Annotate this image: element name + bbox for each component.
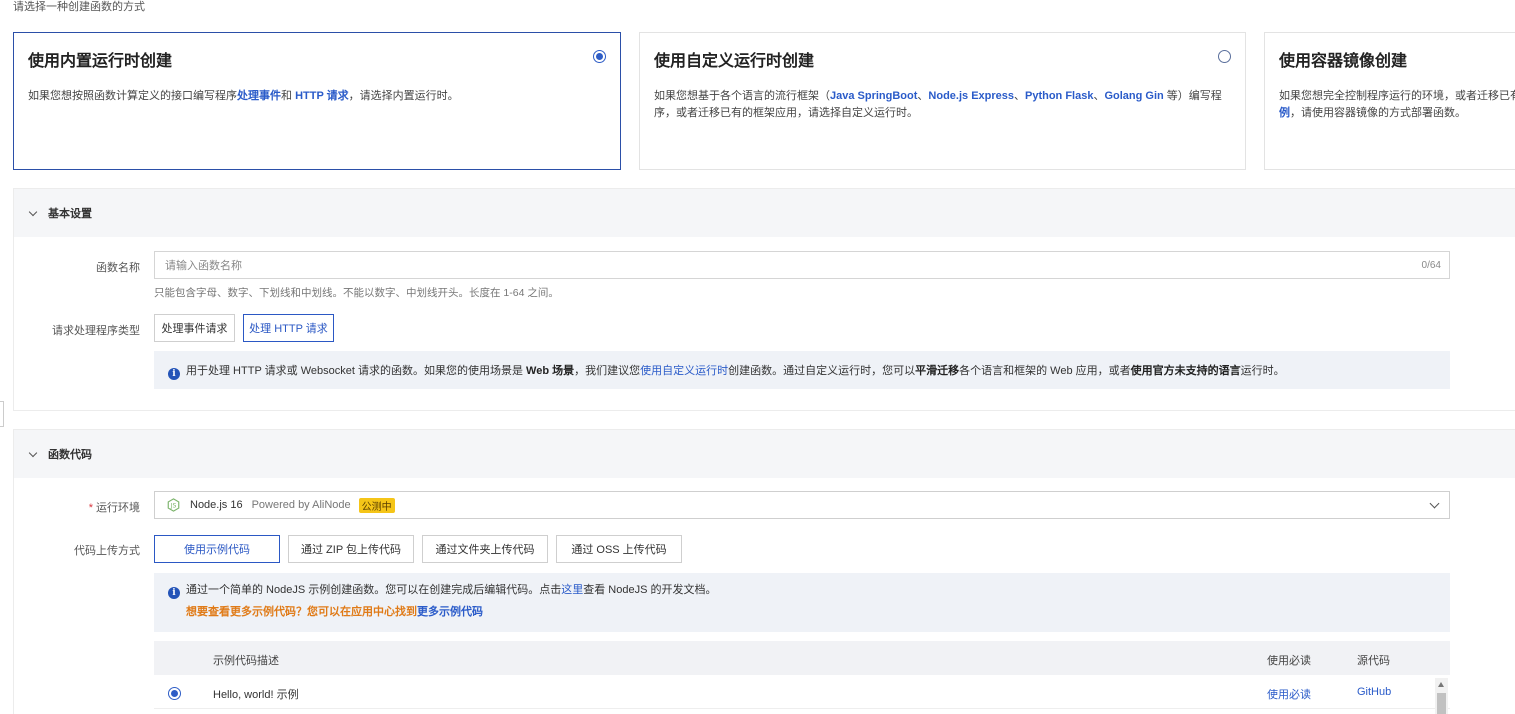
- card-title: 使用容器镜像创建: [1279, 53, 1408, 70]
- link-more-samples[interactable]: 更多示例代码: [417, 606, 483, 618]
- function-name-input[interactable]: 请输入函数名称 0/64: [154, 251, 1450, 279]
- table-scrollbar[interactable]: [1435, 678, 1448, 714]
- row-radio[interactable]: [168, 687, 181, 700]
- basic-settings-header[interactable]: 基本设置: [14, 189, 1515, 237]
- runtime-select[interactable]: JS Node.js 16 Powered by AliNode 公测中: [154, 491, 1450, 519]
- link-use-custom-runtime[interactable]: 使用自定义运行时: [640, 365, 728, 377]
- chevron-down-icon: [28, 448, 38, 457]
- link-nodejs-express[interactable]: Node.js Express: [928, 90, 1014, 102]
- beta-badge: 公测中: [358, 497, 395, 513]
- radio-custom-runtime[interactable]: [1218, 50, 1231, 63]
- upload-method-label: 代码上传方式: [74, 545, 140, 557]
- code-notice: i 通过一个简单的 NodeJS 示例创建函数。您可以在创建完成后编辑代码。点击这…: [154, 573, 1450, 632]
- upload-folder-button[interactable]: 通过文件夹上传代码: [422, 535, 548, 563]
- chevron-down-icon: [1429, 498, 1440, 509]
- card-title: 使用自定义运行时创建: [654, 53, 815, 70]
- card-builtin-runtime[interactable]: 使用内置运行时创建 如果您想按照函数计算定义的接口编写程序处理事件和 HTTP …: [13, 32, 621, 170]
- card-description: 如果您想按照函数计算定义的接口编写程序处理事件和 HTTP 请求，请选择内置运行…: [28, 90, 459, 102]
- link-http-request[interactable]: HTTP 请求: [295, 90, 349, 102]
- upload-oss-button[interactable]: 通过 OSS 上传代码: [556, 535, 682, 563]
- section-title: 基本设置: [48, 208, 92, 220]
- function-code-header[interactable]: 函数代码: [14, 430, 1515, 478]
- handler-http-button[interactable]: 处理 HTTP 请求: [243, 314, 334, 342]
- runtime-powered: Powered by AliNode: [251, 499, 351, 511]
- card-description: 如果您想基于各个语言的流行框架（Java SpringBoot、Node.js …: [654, 90, 1222, 119]
- sample-code-table: 示例代码描述 使用必读 源代码 Hello, world! 示例 使用必读 Gi…: [154, 641, 1450, 709]
- runtime-value: Node.js 16: [190, 499, 243, 511]
- header-readme: 使用必读: [1267, 655, 1311, 667]
- scroll-thumb[interactable]: [1437, 693, 1446, 714]
- link-java-springboot[interactable]: Java SpringBoot: [830, 90, 917, 102]
- svg-text:JS: JS: [170, 503, 177, 510]
- upload-zip-button[interactable]: 通过 ZIP 包上传代码: [288, 535, 414, 563]
- row-description: Hello, world! 示例: [213, 689, 299, 701]
- chevron-down-icon: [28, 207, 38, 216]
- side-collapse-handle[interactable]: [0, 401, 4, 427]
- scroll-up-icon[interactable]: [1438, 682, 1444, 687]
- function-name-placeholder: 请输入函数名称: [165, 260, 242, 272]
- handler-type-label: 请求处理程序类型: [52, 325, 140, 337]
- header-source: 源代码: [1357, 655, 1390, 667]
- link-github[interactable]: GitHub: [1357, 686, 1391, 698]
- runtime-label: * 运行环境: [88, 502, 140, 514]
- table-header: 示例代码描述 使用必读 源代码: [154, 641, 1450, 675]
- handler-event-button[interactable]: 处理事件请求: [154, 314, 235, 342]
- handler-notice: i 用于处理 HTTP 请求或 Websocket 请求的函数。如果您的使用场景是…: [154, 351, 1450, 389]
- link-process-event[interactable]: 处理事件: [237, 90, 281, 102]
- link-example[interactable]: 例: [1279, 107, 1290, 119]
- card-custom-runtime[interactable]: 使用自定义运行时创建 如果您想基于各个语言的流行框架（Java SpringBo…: [639, 32, 1246, 170]
- info-icon: i: [168, 587, 180, 599]
- card-description: 如果您想完全控制程序运行的环境，或者迁移已有 例，请使用容器镜像的方式部署函数。: [1279, 90, 1515, 119]
- card-title: 使用内置运行时创建: [28, 53, 173, 70]
- link-here[interactable]: 这里: [561, 584, 583, 596]
- info-icon: i: [168, 368, 180, 380]
- card-container-image[interactable]: 使用容器镜像创建 如果您想完全控制程序运行的环境，或者迁移已有 例，请使用容器镜像…: [1264, 32, 1515, 170]
- function-name-help: 只能包含字母、数字、下划线和中划线。不能以数字、中划线开头。长度在 1-64 之…: [154, 287, 559, 299]
- header-description: 示例代码描述: [213, 655, 279, 667]
- upload-sample-button[interactable]: 使用示例代码: [154, 535, 280, 563]
- nodejs-icon: JS: [167, 498, 180, 512]
- table-row[interactable]: Hello, world! 示例 使用必读 GitHub: [154, 675, 1450, 709]
- radio-builtin-runtime[interactable]: [593, 50, 606, 63]
- function-name-label: 函数名称: [96, 262, 140, 274]
- link-python-flask[interactable]: Python Flask: [1025, 90, 1093, 102]
- section-title: 函数代码: [48, 449, 92, 461]
- create-method-hint: 请选择一种创建函数的方式: [13, 1, 145, 13]
- link-readme[interactable]: 使用必读: [1267, 686, 1311, 702]
- link-golang-gin[interactable]: Golang Gin: [1104, 90, 1163, 102]
- char-count: 0/64: [1421, 259, 1441, 271]
